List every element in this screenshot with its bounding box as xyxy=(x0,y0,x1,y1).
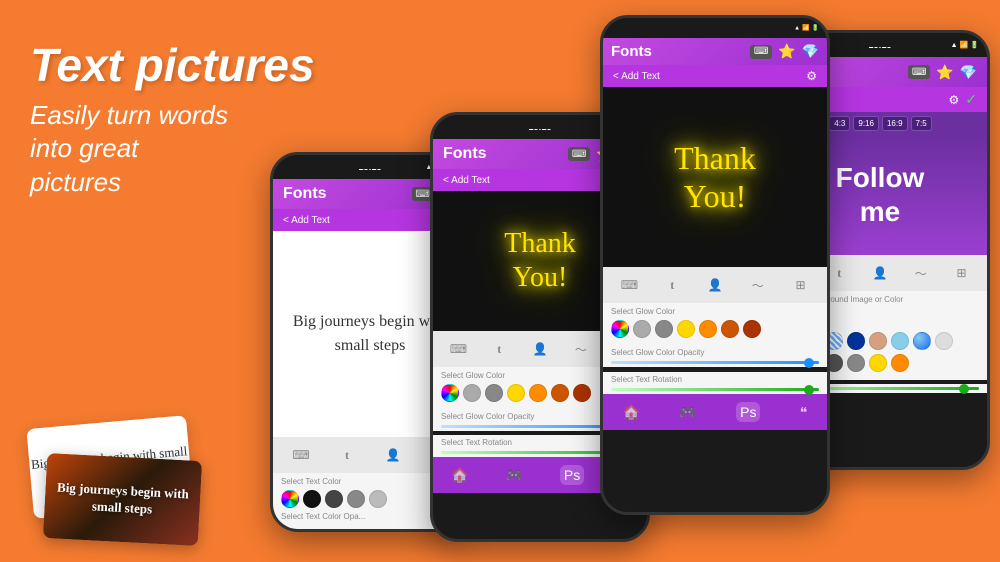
phone-center-neon: Thank You! xyxy=(674,139,756,216)
toolbar-font-mid[interactable]: t xyxy=(487,337,511,361)
glow-color-orange2[interactable] xyxy=(551,384,569,402)
glow-c2[interactable] xyxy=(633,320,651,338)
toolbar-person-left[interactable]: 👤 xyxy=(381,443,405,467)
glow-c3[interactable] xyxy=(655,320,673,338)
nav-game-mid[interactable]: 🎮 xyxy=(506,467,523,484)
hero-title: Text pictures xyxy=(30,40,315,91)
glow-c1[interactable] xyxy=(611,320,629,338)
toolbar-person-mid[interactable]: 👤 xyxy=(528,337,552,361)
ratio-7-5[interactable]: 7:5 xyxy=(911,116,932,131)
star-badge-right: ⭐ xyxy=(936,64,953,81)
back-center[interactable]: < Add Text xyxy=(613,71,660,82)
toolbar-person-center[interactable]: 👤 xyxy=(703,273,727,297)
phone-center-header: Fonts ⭐ 💎 xyxy=(603,38,827,65)
bg-lightgray[interactable] xyxy=(935,332,953,350)
toolbar-keyboard-left[interactable]: ⌨ xyxy=(289,443,313,467)
glow-opacity-center: Select Glow Color Opacity xyxy=(611,348,819,357)
phone-right-follow-text: Follow me xyxy=(836,161,925,228)
phone-mid-neon-text: Thank You! xyxy=(504,227,576,294)
toolbar-wave-mid[interactable]: 〜 xyxy=(569,337,593,361)
nav-quote-center[interactable]: ❝ xyxy=(800,404,808,421)
card-dark: Big journeys begin with small steps xyxy=(43,453,202,546)
phone-center: 15:15 ▲📶🔋 Fonts ⭐ 💎 < Add Text ⚙ xyxy=(600,15,830,515)
glow-color-rainbow[interactable] xyxy=(441,384,459,402)
color-gray-left[interactable] xyxy=(347,490,365,508)
color-black-left[interactable] xyxy=(303,490,321,508)
ratio-16-9[interactable]: 16:9 xyxy=(882,116,908,131)
bg-gray[interactable] xyxy=(847,354,865,372)
keyboard-icon-mid[interactable] xyxy=(568,147,590,161)
keyboard-icon-center[interactable] xyxy=(750,45,772,59)
phone-center-title: Fonts xyxy=(611,43,652,60)
back-left[interactable]: < Add Text xyxy=(283,215,330,226)
phone-center-subheader: < Add Text ⚙ xyxy=(603,65,827,87)
card-dark-text: Big journeys begin with small steps xyxy=(52,479,193,520)
gem-badge-center: 💎 xyxy=(802,43,819,60)
glow-color-orange1[interactable] xyxy=(529,384,547,402)
toolbar-extra-center[interactable]: ⊞ xyxy=(789,273,813,297)
hero-section: Text pictures Easily turn words into gre… xyxy=(30,40,315,200)
star-badge-center: ⭐ xyxy=(778,43,795,60)
nav-game-center[interactable]: 🎮 xyxy=(679,404,696,421)
glow-c6[interactable] xyxy=(721,320,739,338)
rotation-center: Select Text Rotation xyxy=(611,375,819,384)
bg-yellow[interactable] xyxy=(869,354,887,372)
glow-color-gray1[interactable] xyxy=(463,384,481,402)
gear-right[interactable]: ⚙ xyxy=(949,93,960,107)
toolbar-wave-right[interactable]: 〜 xyxy=(909,261,933,285)
phone-mid-title: Fonts xyxy=(443,145,487,163)
toolbar-wave-center[interactable]: 〜 xyxy=(746,273,770,297)
nav-ps-mid[interactable]: Ps xyxy=(560,465,584,485)
back-mid[interactable]: < Add Text xyxy=(443,175,490,186)
phones-area: 15:15 ▲WiFi🔋 Fonts ⭐ < Add Text ⚙ Big jo… xyxy=(240,0,1000,562)
toolbar-keyboard-mid[interactable]: ⌨ xyxy=(446,337,470,361)
bg-orange[interactable] xyxy=(891,354,909,372)
glow-color-gray2[interactable] xyxy=(485,384,503,402)
toolbar-font-left[interactable]: t xyxy=(335,443,359,467)
bg-lightblue[interactable] xyxy=(891,332,909,350)
toolbar-keyboard-center[interactable]: ⌨ xyxy=(617,273,641,297)
glow-c4[interactable] xyxy=(677,320,695,338)
phone-center-toolbar: ⌨ t 👤 〜 ⊞ xyxy=(603,267,827,303)
glow-color-yellow[interactable] xyxy=(507,384,525,402)
hero-subtitle: Easily turn words into great pictures xyxy=(30,99,315,200)
color-lightgray-left[interactable] xyxy=(369,490,387,508)
nav-home-mid[interactable]: 🏠 xyxy=(451,467,468,484)
toolbar-extra-right[interactable]: ⊞ xyxy=(950,261,974,285)
keyboard-icon-right[interactable] xyxy=(908,65,930,79)
toolbar-font-right[interactable]: t xyxy=(827,261,851,285)
bg-darkblue[interactable] xyxy=(847,332,865,350)
glow-c5[interactable] xyxy=(699,320,717,338)
checkmark-right[interactable]: ✓ xyxy=(965,91,977,108)
toolbar-person-right[interactable]: 👤 xyxy=(868,261,892,285)
toolbar-font-center[interactable]: t xyxy=(660,273,684,297)
glow-color-orange3[interactable] xyxy=(573,384,591,402)
color-rainbow-left[interactable] xyxy=(281,490,299,508)
ratio-4-3[interactable]: 4:3 xyxy=(829,116,850,131)
nav-home-center[interactable]: 🏠 xyxy=(623,404,640,421)
color-darkgray-left[interactable] xyxy=(325,490,343,508)
glow-color-label-center: Select Glow Color xyxy=(611,307,819,316)
ratio-9-16[interactable]: 9:16 xyxy=(853,116,879,131)
nav-ps-center[interactable]: Ps xyxy=(736,402,760,422)
bg-tan[interactable] xyxy=(869,332,887,350)
gear-center[interactable]: ⚙ xyxy=(806,69,817,83)
phone-center-bottom-nav: 🏠 🎮 Ps ❝ xyxy=(603,394,827,430)
bg-sphereblue[interactable] xyxy=(913,332,931,350)
gem-badge-right: 💎 xyxy=(960,64,977,81)
glow-c7[interactable] xyxy=(743,320,761,338)
